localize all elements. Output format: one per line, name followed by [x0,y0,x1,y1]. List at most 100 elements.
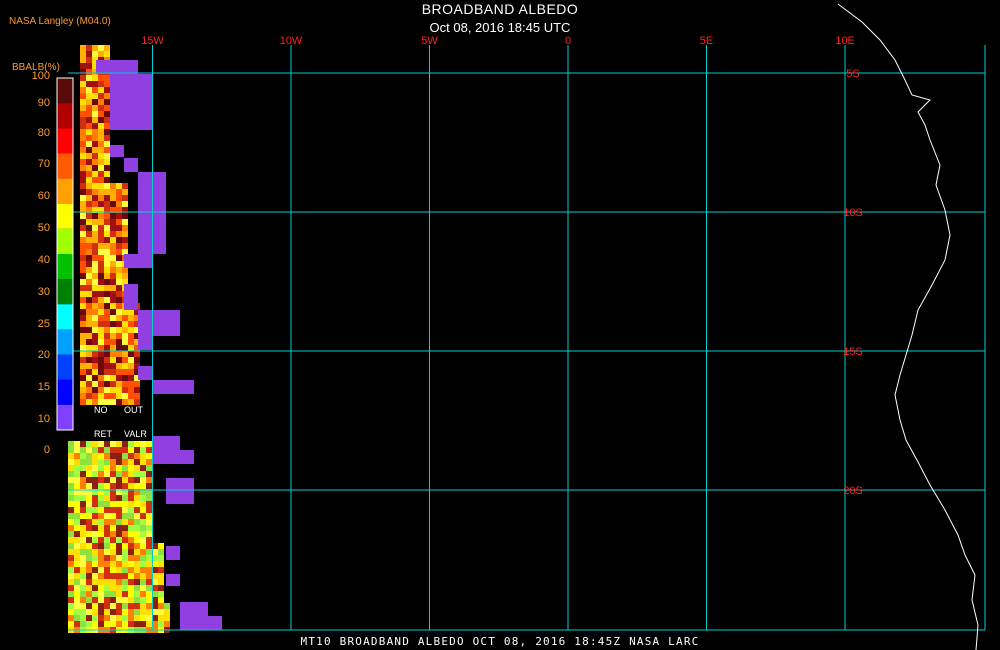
albedo-pixel [110,279,116,285]
colorbar-tick-label: 30 [37,286,50,298]
albedo-pixel [92,615,98,621]
albedo-pixel [92,345,98,351]
albedo-pixel [86,501,92,507]
albedo-pixel [110,195,116,201]
colorbar-valr-label: VALR [124,429,147,439]
albedo-pixel [134,507,140,513]
albedo-pixel [104,609,110,615]
albedo-pixel [122,237,128,243]
albedo-pixel [110,333,116,339]
albedo-pixel [122,189,128,195]
albedo-pixel [92,111,98,117]
albedo-pixel [116,189,122,195]
albedo-pixel [104,213,110,219]
albedo-pixel [80,309,86,315]
albedo-pixel [74,471,80,477]
albedo-pixel [80,183,86,189]
albedo-pixel [92,597,98,603]
albedo-pixel [158,555,164,561]
albedo-pixel [110,567,116,573]
albedo-pixel [68,609,74,615]
albedo-pixel [92,87,98,93]
albedo-pixel [80,453,86,459]
albedo-pixel [110,579,116,585]
albedo-pixel [98,495,104,501]
colorbar-swatch [57,379,73,405]
albedo-pixel [92,525,98,531]
albedo-pixel [110,621,116,627]
colorbar-out-label: OUT [124,405,143,415]
albedo-pixel [116,519,122,525]
albedo-pixel [98,333,104,339]
albedo-pixel [122,531,128,537]
albedo-pixel [68,561,74,567]
albedo-pixel [68,579,74,585]
albedo-pixel [116,351,122,357]
albedo-pixel [104,585,110,591]
albedo-pixel [110,375,116,381]
albedo-pixel [86,519,92,525]
albedo-pixel [80,99,86,105]
longitude-label: 5E [700,35,713,47]
albedo-pixel [122,213,128,219]
albedo-pixel [110,339,116,345]
albedo-pixel [104,153,110,159]
albedo-pixel [104,297,110,303]
albedo-pixel [122,381,128,387]
albedo-pixel [122,345,128,351]
albedo-pixel [92,237,98,243]
albedo-pixel [140,441,146,447]
albedo-pixel [80,369,86,375]
albedo-pixel [122,219,128,225]
albedo-pixel [98,249,104,255]
albedo-pixel [80,213,86,219]
albedo-pixel [80,591,86,597]
albedo-pixel [116,267,122,273]
albedo-pixel [74,615,80,621]
albedo-pixel [116,309,122,315]
albedo-pixel [128,501,134,507]
albedo-pixel [98,147,104,153]
albedo-pixel [98,603,104,609]
albedo-pixel [116,243,122,249]
albedo-pixel [92,213,98,219]
albedo-pixel [92,459,98,465]
albedo-pixel [116,333,122,339]
albedo-pixel [128,333,134,339]
albedo-pixel [104,327,110,333]
albedo-pixel [86,87,92,93]
albedo-pixel [80,381,86,387]
albedo-pixel [86,237,92,243]
albedo-pixel [110,543,116,549]
albedo-pixel [116,459,122,465]
albedo-pixel [134,357,140,363]
no-retrieval-block [124,284,138,310]
albedo-pixel [86,585,92,591]
albedo-pixel [110,561,116,567]
albedo-pixel [92,507,98,513]
albedo-pixel [80,171,86,177]
albedo-pixel [104,75,110,81]
albedo-pixel [86,441,92,447]
albedo-pixel [122,513,128,519]
albedo-pixel [146,453,152,459]
colorbar-tick-label: 50 [37,222,50,234]
albedo-pixel [104,543,110,549]
albedo-pixel [86,123,92,129]
albedo-pixel [158,621,164,627]
albedo-pixel [110,501,116,507]
albedo-pixel [104,99,110,105]
albedo-pixel [98,387,104,393]
albedo-pixel [110,327,116,333]
albedo-pixel [92,537,98,543]
albedo-pixel [122,387,128,393]
albedo-pixel [80,495,86,501]
albedo-pixel [140,573,146,579]
albedo-pixel [122,579,128,585]
albedo-pixel [146,483,152,489]
albedo-pixel [98,315,104,321]
albedo-pixel [80,321,86,327]
albedo-pixel [116,261,122,267]
albedo-pixel [92,291,98,297]
albedo-pixel [110,303,116,309]
